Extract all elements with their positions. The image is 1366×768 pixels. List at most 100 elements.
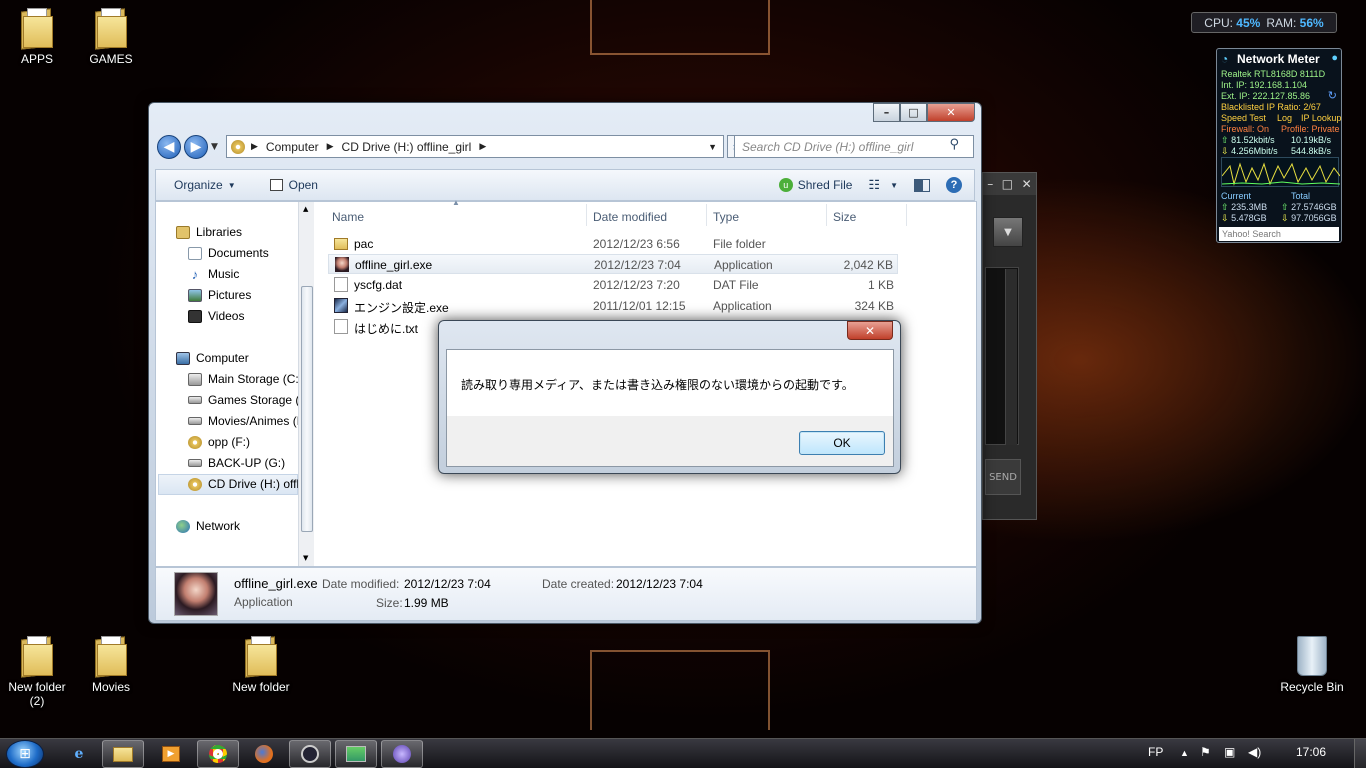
error-dialog[interactable]: ✕ 読み取り専用メディア、または書き込み権限のない環境からの起動です。 OK (438, 320, 901, 474)
maximize-icon[interactable]: □ (1002, 177, 1013, 191)
breadcrumb-chevron-icon[interactable]: ▶ (479, 141, 486, 152)
sort-ascending-icon: ▲ (452, 198, 460, 207)
folder-icon (93, 8, 129, 50)
file-row[interactable]: エンジン設定.exe 2011/12/01 12:15 Application … (328, 296, 898, 316)
desktop-icon-recycle-bin[interactable]: Recycle Bin (1275, 636, 1349, 694)
show-desktop-button[interactable] (1354, 739, 1366, 768)
send-button[interactable]: SEND (985, 459, 1021, 495)
file-row-selected[interactable]: offline_girl.exe 2012/12/23 7:04 Applica… (328, 254, 898, 274)
refresh-icon[interactable]: ↻ (1328, 89, 1337, 102)
desktop-icon-label: Recycle Bin (1280, 680, 1344, 694)
action-center-flag-icon[interactable]: ⚑ (1200, 745, 1211, 759)
search-input[interactable]: Search CD Drive (H:) offline_girl (734, 135, 974, 158)
taskbar-chrome[interactable] (197, 740, 239, 768)
dialog-close-button[interactable]: ✕ (847, 321, 893, 340)
scroll-down-icon[interactable]: ▼ (303, 554, 308, 562)
nav-pictures[interactable]: Pictures (188, 288, 251, 302)
nav-network[interactable]: Network (176, 519, 240, 533)
nm-log[interactable]: Log (1277, 113, 1292, 123)
media-player-icon: ▶ (162, 746, 180, 762)
clock[interactable]: 17:06 (1296, 745, 1326, 759)
taskbar-firefox[interactable] (243, 740, 285, 768)
minimize-button[interactable]: – (873, 103, 900, 122)
breadcrumb-chevron-icon[interactable]: ▶ (251, 141, 258, 152)
address-dropdown-icon[interactable]: ▼ (708, 142, 717, 152)
nav-movies-animes[interactable]: Movies/Animes (E:) (188, 414, 298, 428)
scroll-up-icon[interactable]: ▲ (303, 205, 308, 213)
nm-speed-test[interactable]: Speed Test (1221, 113, 1266, 123)
file-date: 2011/12/01 12:15 (593, 299, 686, 313)
close-button[interactable]: ✕ (927, 103, 975, 122)
organize-button[interactable]: Organize ▼ (166, 178, 244, 192)
file-type: File folder (713, 237, 766, 251)
nav-main-storage[interactable]: Main Storage (C:) (188, 372, 298, 386)
dropdown-button[interactable]: ▼ (993, 217, 1023, 247)
open-button[interactable]: Open (262, 178, 326, 192)
globe-icon[interactable]: ● (1331, 52, 1338, 64)
nm-download-rate-bytes: 544.8kB/s (1291, 146, 1332, 156)
column-header-name[interactable]: Name (332, 210, 364, 224)
nav-opp[interactable]: opp (F:) (188, 435, 250, 449)
taskbar-chat-app[interactable] (381, 740, 423, 768)
message-scrollbar[interactable] (1005, 269, 1017, 445)
preview-pane-button[interactable] (906, 178, 938, 192)
nav-backup[interactable]: BACK-UP (G:) (188, 456, 285, 470)
taskbar-steam[interactable] (289, 740, 331, 768)
minimize-icon[interactable]: – (987, 177, 993, 191)
show-hidden-icons-icon[interactable]: ▲ (1180, 748, 1189, 758)
nav-videos[interactable]: Videos (188, 309, 244, 323)
breadcrumb-cd-drive[interactable]: CD Drive (H:) offline_girl (342, 140, 472, 154)
nm-upload-rate-bits: ⇧ 81.52kbit/s (1221, 135, 1275, 146)
file-type: Application (714, 258, 773, 272)
desktop-icon-games[interactable]: GAMES (74, 8, 148, 66)
nav-cd-drive[interactable]: CD Drive (H:) offline_girl (188, 477, 298, 491)
nm-ip-lookup[interactable]: IP Lookup (1301, 113, 1341, 123)
column-header-type[interactable]: Type (713, 210, 739, 224)
file-row[interactable]: yscfg.dat 2012/12/23 7:20 DAT File 1 KB (328, 275, 898, 295)
language-indicator[interactable]: FP (1148, 745, 1163, 759)
network-meter-gadget[interactable]: ◔ Network Meter ● Realtek RTL8168D 8111D… (1216, 48, 1342, 243)
forward-arrow-icon[interactable]: ▶ (184, 135, 208, 159)
column-header-date[interactable]: Date modified (593, 210, 667, 224)
navigation-scrollbar[interactable]: ▲ ▼ (298, 202, 314, 566)
nav-computer[interactable]: Computer (176, 351, 249, 365)
nm-total-down-value: 97.7056GB (1291, 213, 1337, 223)
search-icon[interactable]: ⚲ (949, 137, 959, 152)
yahoo-search-input[interactable]: Yahoo! Search (1219, 227, 1339, 241)
start-button[interactable]: ⊞ (6, 740, 44, 768)
taskbar-explorer[interactable] (102, 740, 144, 768)
scrollbar-thumb[interactable] (301, 286, 313, 532)
file-row[interactable]: pac 2012/12/23 6:56 File folder (328, 234, 898, 254)
taskbar-internet-explorer[interactable]: e (58, 740, 100, 768)
desktop-icon-new-folder-2[interactable]: New folder (2) (0, 636, 74, 708)
network-tray-icon[interactable]: ▣ (1224, 745, 1235, 759)
address-bar[interactable]: ▶ Computer ▶ CD Drive (H:) offline_girl … (226, 135, 724, 158)
recent-pages-chevron-icon[interactable]: ▼ (211, 142, 218, 152)
desktop-icon-apps[interactable]: APPS (0, 8, 74, 66)
windows-logo-icon: ⊞ (19, 746, 31, 762)
desktop-icon-new-folder[interactable]: New folder (224, 636, 298, 694)
cpu-ram-gadget[interactable]: CPU: 45% RAM: 56% (1191, 12, 1337, 33)
background-chat-window[interactable]: – □ ✕ ▼ SEND (982, 172, 1037, 520)
maximize-button[interactable]: □ (900, 103, 927, 122)
nav-games-storage[interactable]: Games Storage (D:) (188, 393, 298, 407)
column-header-size[interactable]: Size (833, 210, 856, 224)
breadcrumb-computer[interactable]: Computer (266, 140, 319, 154)
shred-file-button[interactable]: u Shred File (771, 178, 861, 192)
nav-documents[interactable]: Documents (188, 246, 269, 260)
back-arrow-icon[interactable]: ◀ (157, 135, 181, 159)
help-button[interactable]: ? (938, 177, 970, 193)
desktop-icon-movies[interactable]: Movies (74, 636, 148, 694)
breadcrumb-chevron-icon[interactable]: ▶ (327, 141, 334, 152)
close-icon[interactable]: ✕ (1022, 177, 1032, 191)
nav-music[interactable]: ♪ Music (188, 267, 240, 281)
nav-libraries[interactable]: Libraries (176, 225, 242, 239)
taskbar-media-player[interactable]: ▶ (150, 740, 192, 768)
view-options-button[interactable]: ☷ ▼ (860, 177, 906, 193)
volume-icon[interactable]: ◀) (1248, 745, 1261, 759)
taskbar-network-app[interactable] (335, 740, 377, 768)
network-traffic-graph (1221, 157, 1341, 187)
pictures-icon (188, 288, 202, 302)
ok-button[interactable]: OK (799, 431, 885, 455)
chevron-down-icon: ▼ (227, 180, 236, 190)
